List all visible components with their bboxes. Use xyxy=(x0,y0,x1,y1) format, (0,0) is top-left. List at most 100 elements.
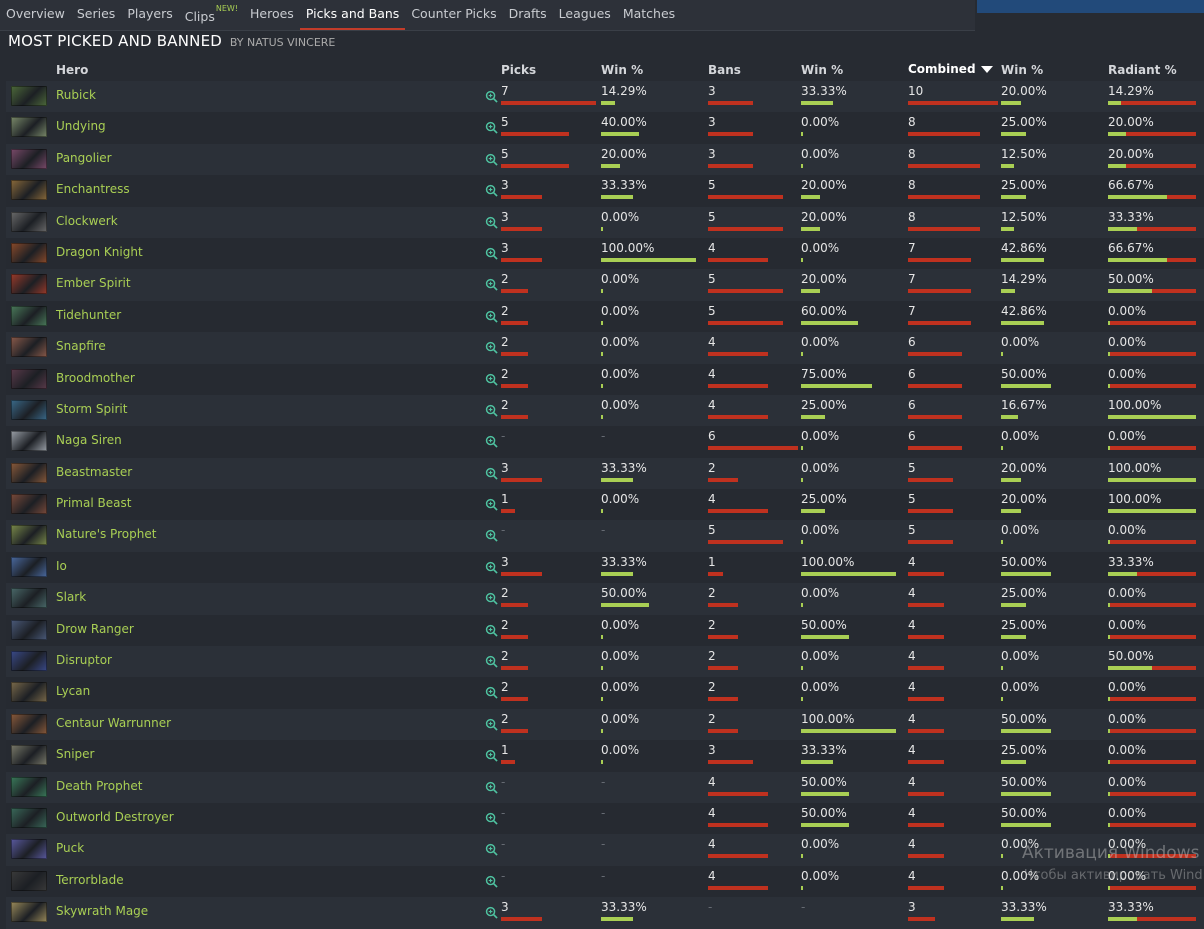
zoom-icon[interactable] xyxy=(485,843,498,857)
zoom-icon[interactable] xyxy=(485,781,498,794)
hero-portrait[interactable] xyxy=(11,148,47,169)
hero-name-link[interactable]: Terrorblade xyxy=(56,873,124,887)
hero-portrait[interactable] xyxy=(11,902,47,923)
col-bans-win[interactable]: Win % xyxy=(801,63,843,77)
col-hero[interactable]: Hero xyxy=(56,63,88,77)
hero-name-link[interactable]: Rubick xyxy=(56,88,96,102)
hero-name-link[interactable]: Storm Spirit xyxy=(56,402,127,416)
hero-portrait[interactable] xyxy=(11,242,47,263)
col-combined-win[interactable]: Win % xyxy=(1001,63,1043,77)
hero-name-link[interactable]: Dragon Knight xyxy=(56,245,143,259)
hero-portrait[interactable] xyxy=(11,211,47,232)
hero-portrait[interactable] xyxy=(11,556,47,577)
hero-portrait[interactable] xyxy=(11,870,47,891)
zoom-icon[interactable] xyxy=(485,812,498,825)
zoom-icon[interactable] xyxy=(485,467,498,480)
hero-name-link[interactable]: Skywrath Mage xyxy=(56,904,148,918)
zoom-icon[interactable] xyxy=(485,278,498,292)
zoom-icon[interactable] xyxy=(485,592,498,605)
hero-name-link[interactable]: Beastmaster xyxy=(56,465,132,479)
hero-portrait[interactable] xyxy=(11,274,47,295)
zoom-icon[interactable] xyxy=(485,686,498,700)
zoom-icon[interactable] xyxy=(485,875,498,888)
hero-portrait[interactable] xyxy=(11,839,47,860)
hero-name-link[interactable]: Drow Ranger xyxy=(56,622,134,636)
tab-drafts[interactable]: Drafts xyxy=(503,0,553,30)
hero-name-link[interactable]: Enchantress xyxy=(56,182,130,196)
zoom-icon[interactable] xyxy=(485,121,498,135)
zoom-icon[interactable] xyxy=(485,184,498,197)
zoom-icon[interactable] xyxy=(485,404,498,417)
hero-portrait[interactable] xyxy=(11,117,47,138)
hero-portrait[interactable] xyxy=(11,525,47,546)
hero-portrait[interactable] xyxy=(11,462,47,483)
hero-name-link[interactable]: Outworld Destroyer xyxy=(56,810,174,824)
hero-name-link[interactable]: Lycan xyxy=(56,684,90,698)
hero-name-link[interactable]: Sniper xyxy=(56,747,95,761)
hero-portrait[interactable] xyxy=(11,431,47,452)
hero-name-link[interactable]: Broodmother xyxy=(56,371,135,385)
zoom-icon[interactable] xyxy=(485,373,498,386)
zoom-icon[interactable] xyxy=(485,561,498,574)
hero-portrait[interactable] xyxy=(11,305,47,326)
tab-picks-and-bans[interactable]: Picks and Bans xyxy=(299,0,406,30)
hero-name-link[interactable]: Slark xyxy=(56,590,86,604)
hero-portrait[interactable] xyxy=(11,682,47,703)
hero-name-link[interactable]: Undying xyxy=(56,119,106,133)
zoom-icon[interactable] xyxy=(485,247,498,260)
col-combined[interactable]: Combined xyxy=(908,62,993,76)
hero-portrait[interactable] xyxy=(11,745,47,766)
hero-name-link[interactable]: Death Prophet xyxy=(56,779,142,793)
hero-name-link[interactable]: Clockwerk xyxy=(56,214,118,228)
col-radiant[interactable]: Radiant % xyxy=(1108,63,1177,77)
zoom-icon[interactable] xyxy=(485,90,498,103)
zoom-icon[interactable] xyxy=(485,749,498,762)
zoom-icon[interactable] xyxy=(485,718,498,731)
hero-name-link[interactable]: Disruptor xyxy=(56,653,112,667)
hero-portrait[interactable] xyxy=(11,713,47,734)
hero-name-link[interactable]: Centaur Warrunner xyxy=(56,716,171,730)
zoom-icon[interactable] xyxy=(485,906,498,919)
hero-name-link[interactable]: Io xyxy=(56,559,67,573)
tab-heroes[interactable]: Heroes xyxy=(244,0,300,30)
tab-matches[interactable]: Matches xyxy=(617,0,681,30)
hero-portrait[interactable] xyxy=(11,588,47,609)
tab-leagues[interactable]: Leagues xyxy=(553,0,617,30)
hero-name-link[interactable]: Ember Spirit xyxy=(56,276,131,290)
hero-name-link[interactable]: Pangolier xyxy=(56,151,112,165)
hero-name-link[interactable]: Primal Beast xyxy=(56,496,131,510)
hero-name-link[interactable]: Snapfire xyxy=(56,339,106,353)
hero-portrait[interactable] xyxy=(11,494,47,515)
hero-name-link[interactable]: Puck xyxy=(56,841,84,855)
col-bans[interactable]: Bans xyxy=(708,63,741,77)
zoom-icon[interactable] xyxy=(485,216,498,229)
col-picks[interactable]: Picks xyxy=(501,63,536,77)
tab-overview[interactable]: Overview xyxy=(0,0,71,30)
zoom-icon[interactable] xyxy=(485,655,498,668)
tab-series[interactable]: Series xyxy=(71,0,121,30)
hero-portrait[interactable] xyxy=(11,86,47,106)
hero-portrait[interactable] xyxy=(11,368,47,389)
cell-bans: 2 xyxy=(708,586,798,612)
tab-counter-picks[interactable]: Counter Picks xyxy=(405,0,502,30)
hero-portrait[interactable] xyxy=(11,807,47,828)
col-picks-win[interactable]: Win % xyxy=(601,63,643,77)
hero-portrait[interactable] xyxy=(11,651,47,672)
hero-name-link[interactable]: Tidehunter xyxy=(56,308,121,322)
tab-players[interactable]: Players xyxy=(121,0,178,30)
zoom-icon[interactable] xyxy=(485,624,498,637)
zoom-icon[interactable] xyxy=(485,153,498,166)
hero-name-link[interactable]: Nature's Prophet xyxy=(56,527,156,541)
hero-name-link[interactable]: Naga Siren xyxy=(56,433,122,447)
zoom-icon[interactable] xyxy=(485,529,498,543)
tab-clips[interactable]: ClipsNEW! xyxy=(179,0,244,30)
hero-portrait[interactable] xyxy=(11,180,47,201)
zoom-icon[interactable] xyxy=(485,341,498,354)
zoom-icon[interactable] xyxy=(485,310,498,323)
hero-portrait[interactable] xyxy=(11,399,47,420)
zoom-icon[interactable] xyxy=(485,498,498,511)
hero-portrait[interactable] xyxy=(11,619,47,640)
hero-portrait[interactable] xyxy=(11,776,47,797)
zoom-icon[interactable] xyxy=(485,435,498,448)
hero-portrait[interactable] xyxy=(11,337,47,358)
